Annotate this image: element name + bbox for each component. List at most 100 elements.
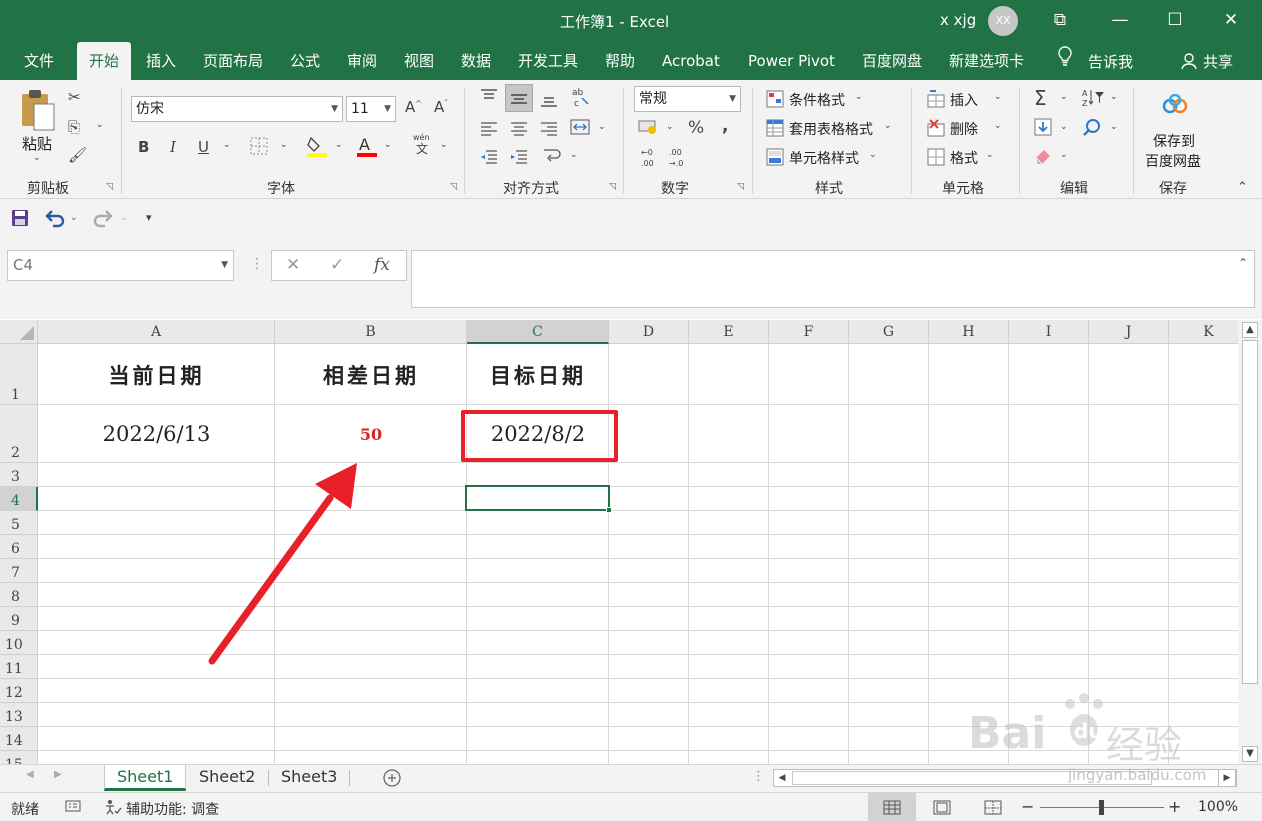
align-center-icon[interactable] — [510, 120, 528, 140]
fill-handle[interactable] — [606, 507, 612, 513]
chevron-down-icon[interactable]: ⌄ — [1110, 92, 1118, 102]
font-color-icon[interactable]: A — [356, 134, 378, 162]
column-header-a[interactable]: A — [38, 320, 275, 344]
row-header-11[interactable]: 11 — [0, 655, 38, 679]
column-header-h[interactable]: H — [929, 320, 1009, 344]
save-to-baidu-line1[interactable]: 保存到 — [1153, 131, 1195, 151]
chevron-down-icon[interactable]: ⌄ — [280, 140, 288, 150]
scroll-left-icon[interactable]: ◀ — [774, 770, 790, 786]
tab-review[interactable]: 审阅 — [347, 42, 377, 80]
chevron-down-icon[interactable]: ⌄ — [70, 213, 78, 223]
decrease-indent-icon[interactable] — [480, 148, 498, 168]
minimize-button[interactable]: — — [1107, 8, 1133, 32]
tab-formulas[interactable]: 公式 — [290, 42, 320, 80]
tab-insert[interactable]: 插入 — [146, 42, 176, 80]
borders-icon[interactable] — [250, 137, 268, 159]
dialog-launcher-icon[interactable]: ◹ — [450, 182, 457, 192]
sort-filter-icon[interactable]: AZ — [1082, 88, 1106, 112]
chevron-down-icon[interactable]: ⌄ — [1110, 122, 1118, 132]
row-header-7[interactable]: 7 — [0, 559, 38, 583]
chevron-down-icon[interactable]: ⌄ — [869, 150, 877, 160]
tab-power-pivot[interactable]: Power Pivot — [748, 42, 835, 80]
conditional-formatting-icon[interactable] — [766, 90, 784, 112]
column-header-c[interactable]: C — [467, 320, 609, 344]
customize-qat-icon[interactable]: ▾ — [146, 211, 152, 224]
tab-help[interactable]: 帮助 — [605, 42, 635, 80]
fill-color-icon[interactable] — [306, 134, 328, 162]
align-right-icon[interactable] — [540, 120, 558, 140]
row-header-6[interactable]: 6 — [0, 535, 38, 559]
add-sheet-icon[interactable] — [382, 768, 402, 792]
chevron-down-icon[interactable]: ⌄ — [335, 140, 343, 150]
enter-icon[interactable]: ✓ — [330, 255, 344, 275]
chevron-down-icon[interactable]: ⌄ — [986, 150, 994, 160]
fill-icon[interactable] — [1034, 118, 1052, 140]
chevron-down-icon[interactable]: ⌄ — [855, 92, 863, 102]
sheet-tab-sheet2[interactable]: Sheet2 — [187, 765, 267, 791]
column-header-k[interactable]: K — [1169, 320, 1238, 344]
share-button[interactable]: 共享 — [1203, 42, 1233, 80]
more-options-icon[interactable]: ⋮ — [250, 256, 264, 272]
spreadsheet-grid[interactable]: A B C D E F G H I J K 1 2 3 4 5 6 7 8 9 … — [0, 320, 1238, 764]
tab-new[interactable]: 新建选项卡 — [949, 42, 1024, 80]
phonetic-guide-icon[interactable]: wén 文 — [412, 132, 434, 159]
cell-b2[interactable]: 50 — [275, 425, 467, 444]
row-header-14[interactable]: 14 — [0, 727, 38, 751]
scroll-down-icon[interactable]: ▼ — [1242, 746, 1258, 762]
align-top-icon[interactable] — [480, 88, 498, 108]
dialog-launcher-icon[interactable]: ◹ — [737, 182, 744, 192]
vertical-scrollbar[interactable]: ▲ ▼ — [1238, 320, 1262, 764]
close-button[interactable]: ✕ — [1218, 8, 1244, 32]
chevron-down-icon[interactable]: ⌄ — [1060, 150, 1068, 160]
tab-split-handle[interactable]: ⋮ — [752, 769, 765, 784]
row-header-3[interactable]: 3 — [0, 463, 38, 487]
increase-decimal-icon[interactable]: ←0.00 — [640, 146, 662, 171]
font-name-combo[interactable]: 仿宋 ▼ — [131, 96, 343, 122]
cut-icon[interactable]: ✂ — [68, 88, 81, 106]
align-left-icon[interactable] — [480, 120, 498, 140]
increase-font-size-icon[interactable]: A^ — [405, 98, 422, 116]
cancel-icon[interactable]: ✕ — [286, 255, 300, 275]
baidu-netdisk-icon[interactable] — [1161, 93, 1189, 122]
chevron-down-icon[interactable]: ⌄ — [440, 140, 448, 150]
scroll-right-icon[interactable]: ▶ — [1218, 769, 1236, 787]
format-as-table-icon[interactable] — [766, 119, 784, 141]
chevron-down-icon[interactable]: ▼ — [729, 87, 736, 111]
column-header-g[interactable]: G — [849, 320, 929, 344]
row-header-4[interactable]: 4 — [0, 487, 38, 511]
font-size-combo[interactable]: 11 ▼ — [346, 96, 396, 122]
tell-me-search[interactable]: 告诉我 — [1088, 42, 1133, 80]
paste-icon[interactable] — [18, 88, 58, 136]
cell-styles-icon[interactable] — [766, 148, 784, 170]
scroll-up-icon[interactable]: ▲ — [1242, 322, 1258, 338]
percent-style-button[interactable]: % — [688, 118, 704, 138]
chevron-down-icon[interactable]: ⌄ — [33, 153, 41, 163]
save-to-baidu-line2[interactable]: 百度网盘 — [1145, 151, 1201, 171]
normal-view-button[interactable] — [868, 793, 916, 821]
orientation-icon[interactable]: ab c — [570, 86, 590, 111]
tab-home[interactable]: 开始 — [77, 42, 132, 80]
chevron-down-icon[interactable]: ⌄ — [1060, 92, 1068, 102]
ribbon-display-options-button[interactable]: ⧉ — [1047, 8, 1073, 32]
person-icon[interactable] — [1181, 42, 1197, 80]
increase-indent-icon[interactable] — [510, 148, 528, 168]
row-header-8[interactable]: 8 — [0, 583, 38, 607]
row-header-2[interactable]: 2 — [0, 405, 38, 463]
vertical-scroll-thumb[interactable] — [1242, 340, 1258, 684]
tab-data[interactable]: 数据 — [461, 42, 491, 80]
chevron-down-icon[interactable]: ⌄ — [994, 92, 1002, 102]
cell-styles-button[interactable]: 单元格样式 — [789, 148, 859, 168]
clear-icon[interactable] — [1034, 148, 1054, 168]
collapse-formula-bar-icon[interactable]: ⌃ — [1238, 256, 1248, 270]
format-cells-icon[interactable] — [927, 148, 945, 170]
tab-baidu-netdisk[interactable]: 百度网盘 — [862, 42, 922, 80]
chevron-down-icon[interactable]: ▼ — [331, 97, 338, 121]
copy-icon[interactable]: ⎘ — [68, 118, 80, 136]
restore-button[interactable]: ☐ — [1162, 8, 1188, 32]
conditional-formatting-button[interactable]: 条件格式 — [789, 90, 845, 110]
accessibility-icon[interactable] — [104, 799, 122, 819]
select-all-button[interactable] — [0, 320, 38, 344]
collapse-ribbon-icon[interactable]: ⌃ — [1237, 180, 1248, 195]
chevron-down-icon[interactable]: ⌄ — [384, 140, 392, 150]
insert-cells-button[interactable]: 插入 — [950, 90, 978, 110]
